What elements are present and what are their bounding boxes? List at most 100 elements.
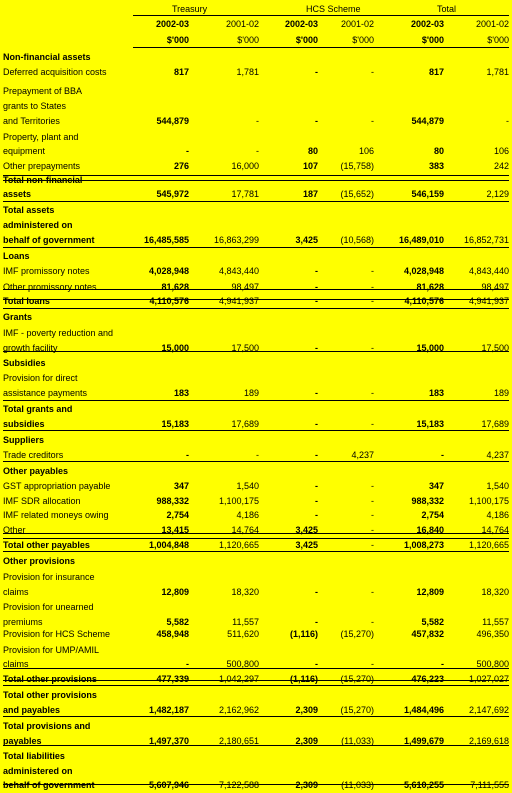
row-label: administered on [3,220,73,230]
cell-value: 1,497,370 [148,736,189,746]
cell-value: 17,781 [231,189,259,199]
cell-value: 1,499,679 [403,736,444,746]
cell-value: 81,628 [416,282,444,292]
cell-value: - [315,510,318,520]
row-label: behalf of government [3,780,95,790]
row-divider [3,538,509,539]
cell-value: 183 [428,388,444,398]
row-divider [3,784,509,785]
cell-value: 183 [173,388,189,398]
row-label: Provision for HCS Scheme [3,629,111,639]
row-label: grants to States [3,101,67,111]
cell-value: 4,110,576 [404,296,444,306]
row-label: Deferred acquisition costs [3,67,107,77]
row-divider [3,351,509,352]
row-label: claims [3,659,29,669]
cell-value: 98,497 [231,282,259,292]
row-divider [3,299,509,300]
cell-value: 107 [302,161,318,171]
cell-value: 2,129 [486,189,509,199]
cell-value: 817 [173,67,189,77]
cell-value: - [315,282,318,292]
cell-value: 16,489,010 [398,235,444,245]
cell-value: 500,800 [476,659,509,669]
cell-value: - [315,496,318,506]
unit-header: $'000 [295,35,318,45]
cell-value: 81,628 [161,282,189,292]
row-label: IMF promissory notes [3,266,90,276]
cell-value: 4,843,440 [468,266,509,276]
row-label: Other payables [3,466,69,476]
cell-value: 4,110,576 [149,296,189,306]
row-label: Prepayment of BBA [3,86,83,96]
cell-value: - [441,659,444,669]
row-divider [3,680,509,681]
cell-value: 12,809 [416,587,444,597]
cell-value: - [371,388,374,398]
cell-value: 457,832 [411,629,444,639]
row-label: IMF - poverty reduction and [3,328,114,338]
cell-value: 106 [493,146,509,156]
row-label: Other prepayments [3,161,81,171]
cell-value: 1,540 [486,481,509,491]
row-label: Suppliers [3,435,45,445]
cell-value: 3,425 [295,235,318,245]
cell-value: 4,028,948 [148,266,189,276]
cell-value: (11,033) [341,736,374,746]
cell-value: 4,941,937 [468,296,509,306]
cell-value: 14,764 [481,525,509,535]
row-label: equipment [3,146,46,156]
row-label: Subsidies [3,358,46,368]
row-divider [3,289,509,290]
row-label: and Territories [3,116,60,126]
row-label: Provision for insurance [3,572,95,582]
cell-value: 1,781 [236,67,259,77]
row-label: behalf of government [3,235,95,245]
row-label: Loans [3,251,30,261]
cell-value: - [315,587,318,597]
cell-value: 12,809 [161,587,189,597]
row-divider [3,430,509,431]
row-label: Other provisions [3,556,76,566]
row-label: Non-financial assets [3,52,91,62]
cell-value: 500,800 [226,659,259,669]
cell-value: 2,309 [295,780,318,790]
cell-value: 2,180,651 [218,736,259,746]
cell-value: 1,100,175 [218,496,259,506]
cell-value: 18,320 [481,587,509,597]
group-underline [133,15,509,16]
unit-header: $'000 [352,35,374,45]
cell-value: - [371,481,374,491]
cell-value: 1,540 [236,481,259,491]
cell-value: (10,568) [340,235,374,245]
cell-value: 546,159 [411,189,444,199]
cell-value: 458,948 [156,629,189,639]
row-divider [3,308,509,309]
cell-value: 16,485,585 [143,235,189,245]
cell-value: 4,186 [236,510,259,520]
cell-value: 17,500 [481,343,509,353]
cell-value: 80 [433,146,444,156]
unit-header: $'000 [421,35,444,45]
cell-value: 15,000 [161,343,189,353]
cell-value: - [506,116,509,126]
cell-value: (1,116) [289,629,318,639]
cell-value: 1,100,175 [468,496,509,506]
row-label: Provision for UMP/AMIL [3,645,100,655]
header-underline [133,47,509,48]
row-label: Total other provisions [3,690,97,700]
cell-value: 988,332 [156,496,189,506]
year-header: 2001-02 [475,19,509,29]
cell-value: - [315,481,318,491]
cell-value: 5,610,255 [403,780,444,790]
row-label: Grants [3,312,33,322]
cell-value: (11,033) [341,780,374,790]
cell-value: 988,332 [411,496,444,506]
row-divider [3,533,509,534]
row-divider [3,685,509,686]
year-header: 2002-03 [284,19,318,29]
row-divider [3,247,509,248]
cell-value: 3,425 [295,525,318,535]
row-label: IMF SDR allocation [3,496,81,506]
cell-value: 347 [173,481,189,491]
